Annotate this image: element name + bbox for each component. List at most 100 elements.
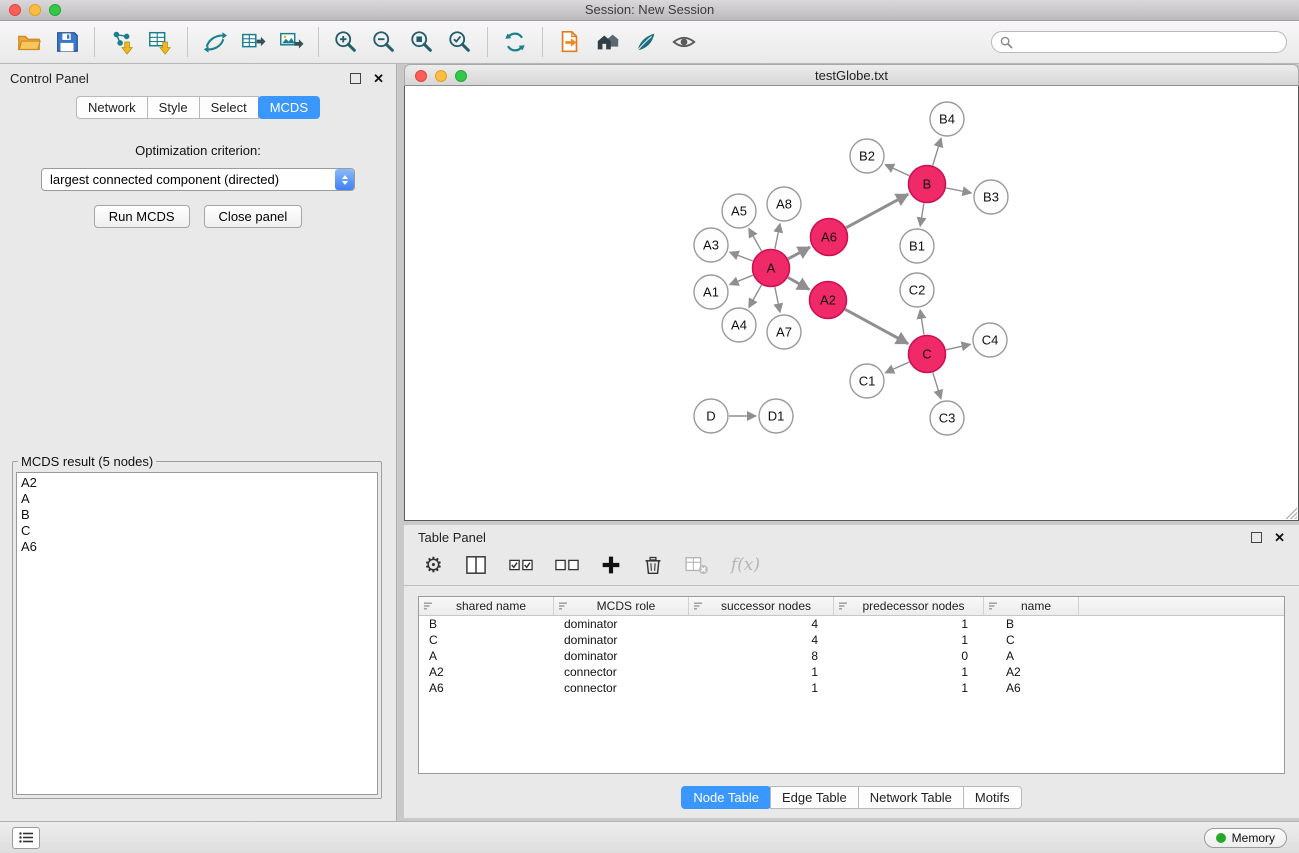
edge-A2-C[interactable] [845,309,908,343]
float-table-panel-icon[interactable] [1251,532,1262,543]
node-A4[interactable]: A4 [722,308,756,342]
node-A6[interactable]: A6 [811,219,848,256]
column-header-successor-nodes[interactable]: successor nodes [689,597,834,615]
annotation-button[interactable] [629,25,663,59]
node-C1[interactable]: C1 [850,364,884,398]
tab-mcds[interactable]: MCDS [258,96,320,119]
node-A[interactable]: A [753,250,790,287]
node-B1[interactable]: B1 [900,229,934,263]
edge-C-C4[interactable] [946,344,971,350]
table-row[interactable]: Cdominator41C [419,632,1284,648]
tab-network-table[interactable]: Network Table [858,786,964,809]
import-network-file-button[interactable] [105,25,139,59]
export-table-button[interactable] [236,25,270,59]
column-header-name[interactable]: name [984,597,1079,615]
node-A3[interactable]: A3 [694,228,728,262]
network-canvas[interactable]: B4B2BB3A8A5A6A3B1AC2A1A2A4A7C4CC1DD1C3 [404,86,1299,521]
zoom-out-button[interactable] [367,25,401,59]
node-A8[interactable]: A8 [767,187,801,221]
node-D[interactable]: D [694,399,728,433]
node-B4[interactable]: B4 [930,102,964,136]
column-header-shared-name[interactable]: shared name [419,597,554,615]
mcds-result-list[interactable]: A2ABCA6 [16,472,378,795]
close-table-panel-icon[interactable]: ✕ [1274,531,1285,544]
column-header-MCDS-role[interactable]: MCDS role [554,597,689,615]
apply-function-button[interactable]: f(x) [731,555,760,575]
show-panels-button[interactable] [12,827,40,849]
node-C3[interactable]: C3 [930,401,964,435]
save-session-button[interactable] [50,25,84,59]
node-A1[interactable]: A1 [694,275,728,309]
zoom-selected-button[interactable] [443,25,477,59]
node-A5[interactable]: A5 [722,194,756,228]
show-graphics-details-button[interactable] [667,25,701,59]
edge-B-B1[interactable] [920,203,924,226]
deselect-all-button[interactable] [555,558,579,572]
select-all-button[interactable] [509,558,533,572]
column-header-predecessor-nodes[interactable]: predecessor nodes [834,597,984,615]
zoom-in-button[interactable] [329,25,363,59]
node-B3[interactable]: B3 [974,180,1008,214]
mcds-result-item[interactable]: A6 [21,539,373,555]
edge-C-C2[interactable] [920,310,924,335]
network-window-titlebar[interactable]: testGlobe.txt [404,64,1299,86]
node-B2[interactable]: B2 [850,139,884,173]
edge-A-A1[interactable] [730,275,753,284]
import-document-button[interactable] [553,25,587,59]
table-row[interactable]: Adominator80A [419,648,1284,664]
open-session-button[interactable] [12,25,46,59]
float-panel-icon[interactable] [350,73,361,84]
edge-C-C1[interactable] [885,362,909,373]
run-mcds-button[interactable]: Run MCDS [94,205,190,228]
edge-A-A7[interactable] [775,287,780,312]
table-row[interactable]: A2connector11A2 [419,664,1284,680]
zoom-fit-button[interactable] [405,25,439,59]
mcds-result-item[interactable]: B [21,507,373,523]
export-image-button[interactable] [274,25,308,59]
export-network-button[interactable] [198,25,232,59]
delete-column-button[interactable] [643,555,663,575]
network-database-button[interactable] [591,25,625,59]
show-columns-button[interactable] [465,555,487,575]
node-D1[interactable]: D1 [759,399,793,433]
column-settings-button[interactable]: ⚙ [424,555,443,576]
delete-table-button[interactable] [685,555,709,575]
network-graph[interactable]: B4B2BB3A8A5A6A3B1AC2A1A2A4A7C4CC1DD1C3 [405,86,1298,520]
tab-network[interactable]: Network [76,96,148,119]
import-table-file-button[interactable] [143,25,177,59]
table-row[interactable]: Bdominator41B [419,616,1284,632]
mcds-result-item[interactable]: A2 [21,475,373,491]
tab-node-table[interactable]: Node Table [681,786,771,809]
edge-A6-B[interactable] [846,194,908,228]
edge-A-A8[interactable] [775,224,780,249]
node-C2[interactable]: C2 [900,273,934,307]
add-column-button[interactable] [601,555,621,575]
apply-layout-button[interactable] [498,25,532,59]
mcds-result-item[interactable]: C [21,523,373,539]
edge-A-A5[interactable] [749,228,762,251]
window-titlebar[interactable]: Session: New Session [0,0,1299,21]
edge-B-B3[interactable] [946,188,971,193]
edge-C-C3[interactable] [933,373,941,399]
tab-motifs[interactable]: Motifs [963,786,1022,809]
search-input[interactable] [1018,35,1278,49]
search-box[interactable] [991,31,1287,53]
edge-B-B2[interactable] [885,165,909,176]
resize-grip[interactable] [1284,506,1297,519]
optimization-dropdown[interactable]: largest connected component (directed) [41,168,355,191]
node-C4[interactable]: C4 [973,323,1007,357]
table-row[interactable]: A6connector11A6 [419,680,1284,696]
close-panel-button[interactable]: Close panel [204,205,303,228]
tab-style[interactable]: Style [147,96,200,119]
tab-edge-table[interactable]: Edge Table [770,786,859,809]
memory-button[interactable]: Memory [1204,828,1287,848]
node-A7[interactable]: A7 [767,315,801,349]
edge-B-B4[interactable] [933,138,941,165]
mcds-result-item[interactable]: A [21,491,373,507]
edge-A-A4[interactable] [749,285,762,308]
edge-A-A2[interactable] [788,278,809,290]
edge-A-A3[interactable] [730,252,753,261]
node-C[interactable]: C [909,336,946,373]
close-panel-icon[interactable]: ✕ [373,72,384,85]
tab-select[interactable]: Select [199,96,259,119]
